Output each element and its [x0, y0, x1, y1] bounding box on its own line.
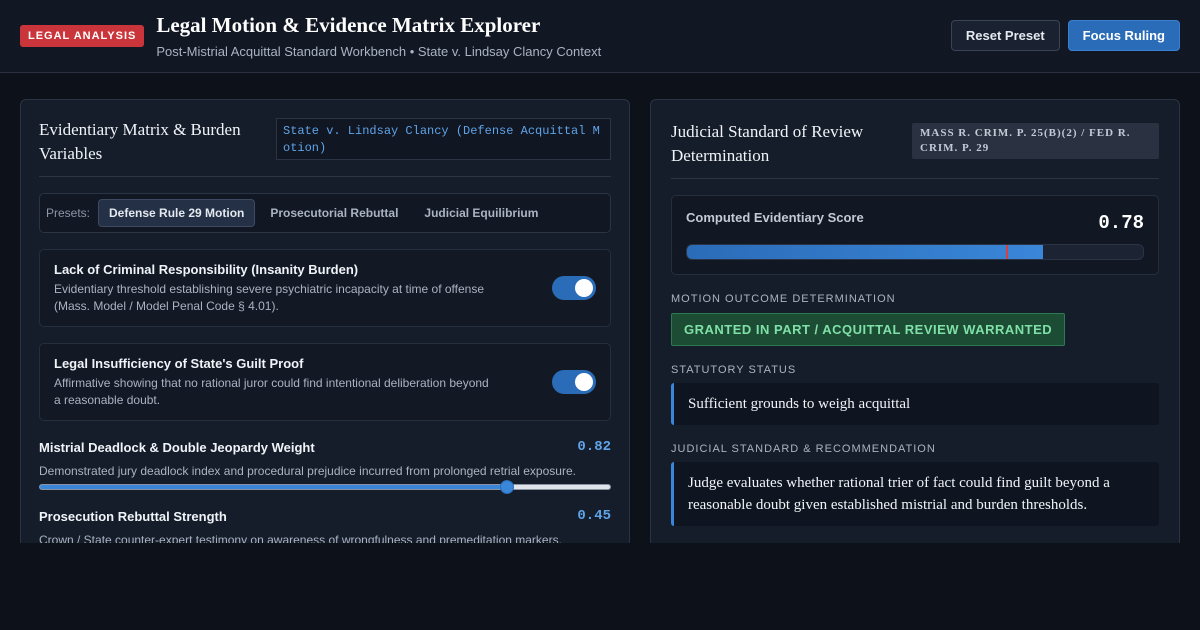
- mistrial-deadlock-slider[interactable]: [39, 480, 611, 494]
- header-titles: Legal Motion & Evidence Matrix Explorer …: [156, 13, 601, 59]
- slider-title: Mistrial Deadlock & Double Jeopardy Weig…: [39, 439, 315, 455]
- preset-judicial-equilibrium[interactable]: Judicial Equilibrium: [413, 199, 549, 227]
- app-header: LEGAL ANALYSIS Legal Motion & Evidence M…: [0, 0, 1200, 73]
- legal-insufficiency-toggle[interactable]: [552, 370, 596, 394]
- standard-section-label: JUDICIAL STANDARD & RECOMMENDATION: [671, 443, 936, 455]
- right-panel-header: Judicial Standard of Review Determinatio…: [671, 120, 1159, 179]
- toggle-card-legal-insufficiency: Legal Insufficiency of State's Guilt Pro…: [39, 343, 611, 421]
- score-label: Computed Evidentiary Score: [686, 210, 864, 225]
- evidentiary-matrix-panel: Evidentiary Matrix & Burden Variables St…: [20, 99, 630, 543]
- slider-fill: [40, 485, 508, 489]
- case-tag: State v. Lindsay Clancy (Defense Acquitt…: [276, 118, 611, 160]
- slider-value: 0.45: [577, 508, 611, 524]
- preset-prosecutorial-rebuttal[interactable]: Prosecutorial Rebuttal: [259, 199, 409, 227]
- slider-thumb[interactable]: [500, 480, 515, 494]
- presets-bar: Presets: Defense Rule 29 Motion Prosecut…: [39, 193, 611, 233]
- slider-description: Crown / State counter-expert testimony o…: [39, 533, 562, 543]
- evidentiary-score-card: Computed Evidentiary Score 0.78: [671, 195, 1159, 275]
- rule-citation-tag: MASS R. CRIM. P. 25(B)(2) / FED R. CRIM.…: [912, 123, 1159, 159]
- outcome-section-label: MOTION OUTCOME DETERMINATION: [671, 293, 896, 305]
- app-title: Legal Motion & Evidence Matrix Explorer: [156, 13, 541, 37]
- toggle-title: Legal Insufficiency of State's Guilt Pro…: [54, 356, 304, 371]
- toggle-description: Evidentiary threshold establishing sever…: [54, 282, 485, 313]
- slider-header: Prosecution Rebuttal Strength 0.45: [39, 508, 611, 524]
- score-value: 0.78: [1098, 212, 1144, 234]
- insanity-burden-toggle[interactable]: [552, 276, 596, 300]
- right-panel-title: Judicial Standard of Review Determinatio…: [671, 122, 864, 165]
- score-progress-bar: [686, 244, 1144, 260]
- toggle-knob: [575, 279, 593, 297]
- slider-description: Demonstrated jury deadlock index and pro…: [39, 464, 576, 478]
- left-panel-header: Evidentiary Matrix & Burden Variables St…: [39, 118, 611, 177]
- reset-preset-button[interactable]: Reset Preset: [950, 20, 1060, 51]
- focus-ruling-button[interactable]: Focus Ruling: [1067, 20, 1180, 51]
- toggle-description: Affirmative showing that no rational jur…: [54, 376, 489, 407]
- standard-recommendation-box: Judge evaluates whether rational trier o…: [671, 462, 1159, 526]
- main-content: Evidentiary Matrix & Burden Variables St…: [0, 74, 1200, 543]
- legal-analysis-badge: LEGAL ANALYSIS: [20, 25, 145, 47]
- threshold-marker: [1006, 245, 1009, 259]
- toggle-knob: [575, 373, 593, 391]
- judicial-standard-panel: Judicial Standard of Review Determinatio…: [650, 99, 1180, 543]
- statutory-section-label: STATUTORY STATUS: [671, 364, 797, 376]
- slider-title: Prosecution Rebuttal Strength: [39, 508, 227, 524]
- slider-value: 0.82: [577, 439, 611, 455]
- toggle-card-insanity-burden: Lack of Criminal Responsibility (Insanit…: [39, 249, 611, 327]
- outcome-badge: GRANTED IN PART / ACQUITTAL REVIEW WARRA…: [671, 313, 1066, 346]
- slider-prosecution-rebuttal: Prosecution Rebuttal Strength 0.45 Crown…: [39, 508, 611, 543]
- preset-defense-rule-29[interactable]: Defense Rule 29 Motion: [98, 199, 256, 227]
- score-bar-fill: [687, 245, 1043, 259]
- toggle-title: Lack of Criminal Responsibility (Insanit…: [54, 262, 359, 277]
- left-panel-title: Evidentiary Matrix & Burden Variables: [39, 120, 241, 163]
- statutory-status-box: Sufficient grounds to weigh acquittal: [671, 383, 1159, 425]
- presets-label: Presets:: [46, 206, 91, 220]
- header-actions: Reset Preset Focus Ruling: [950, 20, 1180, 51]
- app-subtitle: Post-Mistrial Acquittal Standard Workben…: [156, 44, 602, 59]
- slider-header: Mistrial Deadlock & Double Jeopardy Weig…: [39, 439, 611, 455]
- slider-mistrial-deadlock: Mistrial Deadlock & Double Jeopardy Weig…: [39, 439, 611, 494]
